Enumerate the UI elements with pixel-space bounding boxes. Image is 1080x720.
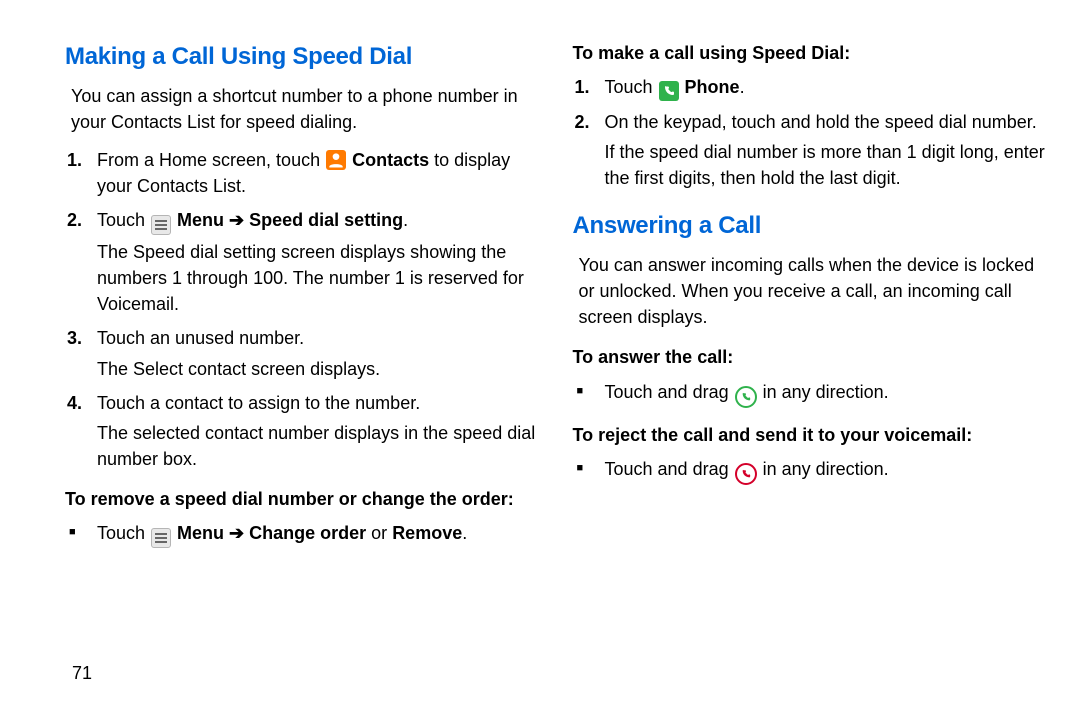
step-3: 3. Touch an unused number. The Select co… [97, 325, 538, 381]
text: Touch a contact to assign to the number. [97, 390, 538, 416]
heading-answering: Answering a Call [573, 209, 1046, 244]
menu-label: Menu [172, 523, 229, 543]
contacts-label: Contacts [347, 150, 429, 170]
page-number: 71 [72, 663, 92, 684]
reject-call-icon [735, 463, 757, 485]
step-2: 2. On the keypad, touch and hold the spe… [605, 109, 1046, 191]
text: Touch [97, 210, 150, 230]
text: On the keypad, touch and hold the speed … [605, 109, 1046, 135]
text: . [740, 77, 745, 97]
text: . [403, 210, 408, 230]
answer-list: Touch and drag in any direction. [573, 379, 1046, 408]
step-number: 4. [67, 390, 82, 416]
right-column: To make a call using Speed Dial: 1. Touc… [573, 40, 1046, 690]
step-subtext: The Select contact screen displays. [97, 356, 538, 382]
answer-call-icon [735, 386, 757, 408]
text: Touch an unused number. [97, 325, 538, 351]
step-number: 2. [67, 207, 82, 233]
reject-subhead: To reject the call and send it to your v… [573, 422, 1046, 448]
remove-label: Remove [392, 523, 462, 543]
text: Touch [97, 523, 150, 543]
text: Touch and drag [605, 459, 734, 479]
remove-change-list: Touch Menu ➔ Change order or Remove. [65, 520, 538, 548]
intro-text: You can assign a shortcut number to a ph… [71, 83, 538, 135]
step-2: 2. Touch Menu ➔ Speed dial setting. The … [97, 207, 538, 317]
text: Touch [605, 77, 658, 97]
phone-label: Phone [680, 77, 740, 97]
manual-page: Making a Call Using Speed Dial You can a… [0, 0, 1080, 720]
arrow: ➔ [229, 523, 244, 543]
reject-list: Touch and drag in any direction. [573, 456, 1046, 485]
text: . [462, 523, 467, 543]
contacts-icon [326, 150, 346, 170]
step-number: 3. [67, 325, 82, 351]
list-item: Touch and drag in any direction. [605, 456, 1046, 485]
menu-icon [151, 528, 171, 548]
intro-text: You can answer incoming calls when the d… [579, 252, 1046, 330]
list-item: Touch Menu ➔ Change order or Remove. [97, 520, 538, 548]
step-subtext: The selected contact number displays in … [97, 420, 538, 472]
answer-subhead: To answer the call: [573, 344, 1046, 370]
text: in any direction. [758, 459, 889, 479]
step-4: 4. Touch a contact to assign to the numb… [97, 390, 538, 472]
change-order-label: Change order [244, 523, 366, 543]
text: From a Home screen, touch [97, 150, 325, 170]
arrow: ➔ [229, 210, 244, 230]
menu-label: Menu [172, 210, 229, 230]
text: in any direction. [758, 382, 889, 402]
speed-dial-setting-label: Speed dial setting [244, 210, 403, 230]
step-subtext: If the speed dial number is more than 1 … [605, 139, 1046, 191]
step-subtext: The Speed dial setting screen displays s… [97, 239, 538, 317]
heading-speed-dial: Making a Call Using Speed Dial [65, 40, 538, 75]
step-number: 1. [67, 147, 82, 173]
step-number: 1. [575, 74, 590, 100]
phone-icon [659, 81, 679, 101]
speed-dial-setup-steps: 1. From a Home screen, touch Contacts to… [65, 147, 538, 472]
make-call-subhead: To make a call using Speed Dial: [573, 40, 1046, 66]
text: or [366, 523, 392, 543]
step-1: 1. From a Home screen, touch Contacts to… [97, 147, 538, 199]
step-number: 2. [575, 109, 590, 135]
step-1: 1. Touch Phone. [605, 74, 1046, 101]
menu-icon [151, 215, 171, 235]
list-item: Touch and drag in any direction. [605, 379, 1046, 408]
make-call-steps: 1. Touch Phone. 2. On the keypad, touch … [573, 74, 1046, 191]
left-column: Making a Call Using Speed Dial You can a… [65, 40, 538, 690]
text: Touch and drag [605, 382, 734, 402]
remove-change-subhead: To remove a speed dial number or change … [65, 486, 538, 512]
